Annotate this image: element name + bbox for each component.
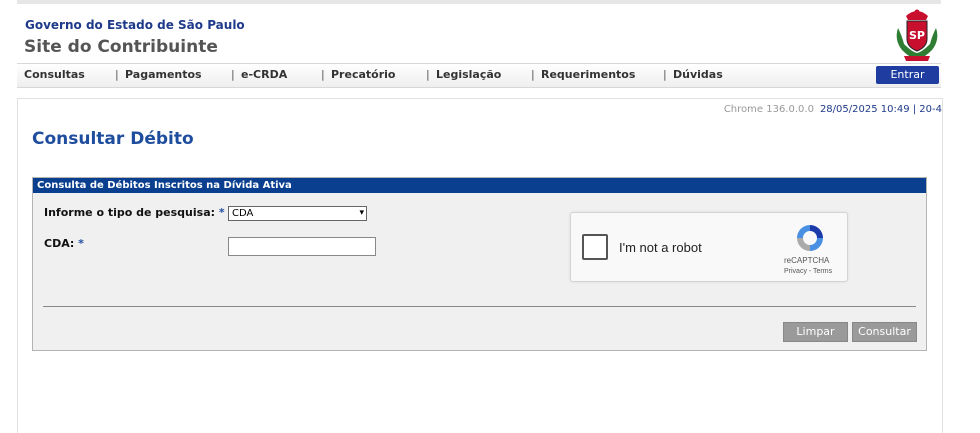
recaptcha-label: I'm not a robot bbox=[619, 240, 702, 255]
form-divider bbox=[43, 306, 916, 307]
page: Governo do Estado de São Paulo Site do C… bbox=[17, 0, 943, 433]
search-type-label-text: Informe o tipo de pesquisa: bbox=[44, 206, 216, 219]
nav-item-legislacao[interactable]: Legislação bbox=[436, 68, 501, 81]
main-nav: Consultas | Pagamentos | e-CRDA | Precat… bbox=[17, 63, 941, 88]
recaptcha-terms-link[interactable]: Privacy - Terms bbox=[784, 268, 832, 275]
government-title: Governo do Estado de São Paulo bbox=[25, 18, 245, 32]
panel-header: Consulta de Débitos Inscritos na Dívida … bbox=[33, 178, 926, 193]
browser-version: Chrome 136.0.0.0 bbox=[723, 104, 814, 115]
clear-button[interactable]: Limpar bbox=[783, 322, 848, 342]
login-button[interactable]: Entrar bbox=[876, 66, 939, 84]
search-panel: Consulta de Débitos Inscritos na Dívida … bbox=[32, 177, 927, 351]
status-info: Chrome 136.0.0.0 28/05/2025 10:49 | 20-4 bbox=[724, 104, 942, 115]
site-title: Site do Contribuinte bbox=[24, 37, 218, 57]
nav-separator: | bbox=[115, 68, 119, 81]
required-mark: * bbox=[218, 206, 225, 219]
recaptcha-icon bbox=[797, 225, 823, 251]
date-time: 28/05/2025 10:49 | 20-4 bbox=[819, 104, 942, 115]
required-mark: * bbox=[78, 237, 84, 250]
page-title: Consultar Débito bbox=[32, 129, 194, 149]
recaptcha-brand: reCAPTCHA bbox=[784, 256, 830, 265]
search-type-select[interactable]: CDA ▾ bbox=[228, 206, 367, 221]
recaptcha-widget: I'm not a robot reCAPTCHA Privacy - Term… bbox=[570, 212, 848, 282]
nav-separator: | bbox=[531, 68, 535, 81]
nav-item-pagamentos[interactable]: Pagamentos bbox=[125, 68, 202, 81]
nav-item-requerimentos[interactable]: Requerimentos bbox=[541, 68, 635, 81]
search-type-value: CDA bbox=[232, 208, 254, 219]
nav-item-precatorio[interactable]: Precatório bbox=[331, 68, 395, 81]
main-content: Chrome 136.0.0.0 28/05/2025 10:49 | 20-4 … bbox=[17, 98, 943, 433]
cda-label-text: CDA: bbox=[44, 237, 75, 250]
nav-separator: | bbox=[663, 68, 667, 81]
cda-label: CDA: * bbox=[44, 237, 84, 250]
nav-separator: | bbox=[231, 68, 235, 81]
crest-text: SP bbox=[909, 29, 925, 42]
nav-item-ecrda[interactable]: e-CRDA bbox=[241, 68, 287, 81]
search-type-label: Informe o tipo de pesquisa: * bbox=[44, 206, 225, 219]
nav-item-duvidas[interactable]: Dúvidas bbox=[673, 68, 723, 81]
recaptcha-checkbox[interactable] bbox=[582, 234, 608, 260]
cda-input[interactable] bbox=[228, 237, 376, 256]
nav-separator: | bbox=[321, 68, 325, 81]
submit-button[interactable]: Consultar bbox=[852, 322, 917, 342]
top-strip bbox=[17, 0, 941, 4]
chevron-down-icon: ▾ bbox=[359, 208, 364, 218]
sp-coat-of-arms-icon: SP bbox=[896, 9, 938, 61]
nav-separator: | bbox=[426, 68, 430, 81]
nav-item-consultas[interactable]: Consultas bbox=[24, 68, 85, 81]
